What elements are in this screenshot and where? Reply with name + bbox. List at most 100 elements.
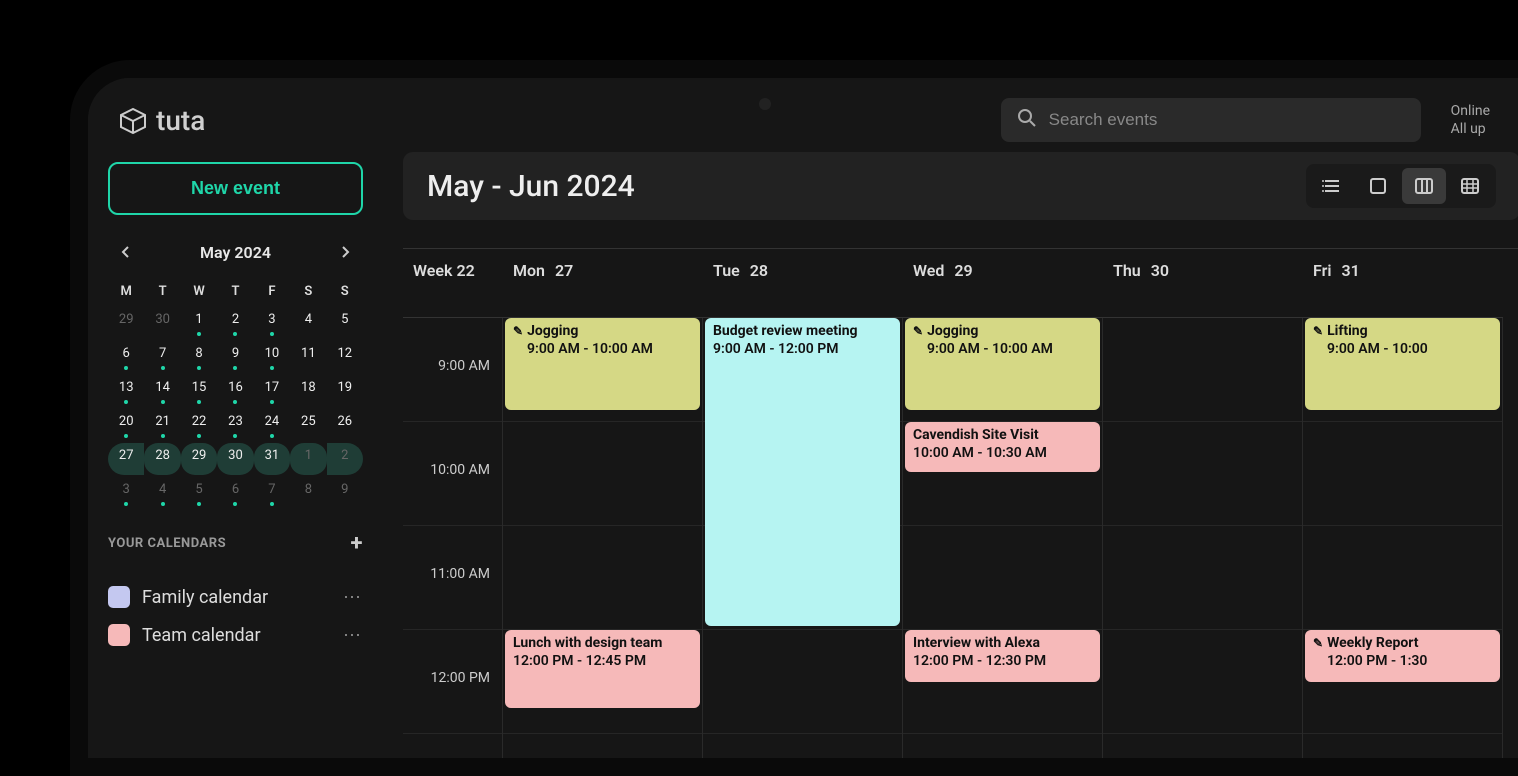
mini-cal-day[interactable]: 4 bbox=[144, 477, 180, 509]
calendar-event[interactable]: ✎Jogging9:00 AM - 10:00 AM bbox=[505, 318, 700, 410]
day-view-button[interactable] bbox=[1356, 168, 1400, 204]
calendar-more-button[interactable]: ⋯ bbox=[343, 625, 363, 646]
mini-cal-day[interactable]: 29 bbox=[108, 307, 144, 339]
mini-cal-day[interactable]: 13 bbox=[108, 375, 144, 407]
mini-cal-day[interactable]: 30 bbox=[144, 307, 180, 339]
mini-cal-day[interactable]: 20 bbox=[108, 409, 144, 441]
mini-cal-prev-button[interactable] bbox=[112, 239, 140, 266]
day-header[interactable]: Thu 30 bbox=[1103, 249, 1303, 318]
mini-cal-day[interactable]: 5 bbox=[181, 477, 217, 509]
mini-cal-day[interactable]: 4 bbox=[290, 307, 326, 339]
month-view-button[interactable] bbox=[1448, 168, 1492, 204]
mini-cal-day[interactable]: 21 bbox=[144, 409, 180, 441]
mini-cal-day[interactable]: 1 bbox=[290, 443, 326, 475]
mini-cal-day[interactable]: 3 bbox=[108, 477, 144, 509]
mini-cal-dow: S bbox=[327, 278, 363, 305]
new-event-button[interactable]: New event bbox=[108, 162, 363, 215]
view-switcher bbox=[1306, 164, 1496, 208]
search-input[interactable] bbox=[1049, 110, 1405, 130]
mini-cal-day[interactable]: 8 bbox=[290, 477, 326, 509]
calendar-more-button[interactable]: ⋯ bbox=[343, 587, 363, 608]
mini-cal-day[interactable]: 31 bbox=[254, 443, 290, 475]
event-title: Budget review meeting bbox=[713, 323, 858, 339]
mini-cal-day[interactable]: 18 bbox=[290, 375, 326, 407]
brand-logo[interactable]: tuta bbox=[118, 104, 205, 137]
mini-cal-day[interactable]: 3 bbox=[254, 307, 290, 339]
main-header: May - Jun 2024 bbox=[403, 152, 1518, 220]
mini-cal-day[interactable]: 2 bbox=[217, 307, 253, 339]
mini-cal-day[interactable]: 26 bbox=[327, 409, 363, 441]
status-line1: Online bbox=[1451, 102, 1490, 120]
day-column[interactable]: Budget review meeting9:00 AM - 12:00 PM bbox=[703, 318, 903, 759]
event-time: 12:00 PM - 12:30 PM bbox=[913, 653, 1092, 669]
mini-cal-day[interactable]: 2 bbox=[327, 443, 363, 475]
mini-cal-day[interactable]: 30 bbox=[217, 443, 253, 475]
mini-cal-day[interactable]: 9 bbox=[217, 341, 253, 373]
mini-cal-day[interactable]: 8 bbox=[181, 341, 217, 373]
mini-cal-day[interactable]: 1 bbox=[181, 307, 217, 339]
mini-cal-day[interactable]: 28 bbox=[144, 443, 180, 475]
calendar-event[interactable]: Cavendish Site Visit10:00 AM - 10:30 AM bbox=[905, 422, 1100, 472]
mini-cal-day[interactable]: 19 bbox=[327, 375, 363, 407]
mini-cal-day[interactable]: 12 bbox=[327, 341, 363, 373]
period-title: May - Jun 2024 bbox=[427, 169, 1306, 204]
brand-name: tuta bbox=[156, 104, 205, 137]
mini-cal-day[interactable]: 22 bbox=[181, 409, 217, 441]
mini-cal-day[interactable]: 27 bbox=[108, 443, 144, 475]
day-column[interactable] bbox=[1103, 318, 1303, 759]
day-column[interactable]: ✎Jogging9:00 AM - 10:00 AM Lunch with des… bbox=[503, 318, 703, 759]
mini-cal-day[interactable]: 29 bbox=[181, 443, 217, 475]
event-title: Jogging bbox=[927, 323, 978, 339]
week-label: Week 22 bbox=[403, 249, 503, 318]
mini-cal-day[interactable]: 7 bbox=[254, 477, 290, 509]
mini-cal-dow: F bbox=[254, 278, 290, 305]
mini-cal-day[interactable]: 7 bbox=[144, 341, 180, 373]
calendar-event[interactable]: Budget review meeting9:00 AM - 12:00 PM bbox=[705, 318, 900, 626]
mini-cal-day[interactable]: 15 bbox=[181, 375, 217, 407]
calendar-item[interactable]: Team calendar⋯ bbox=[108, 616, 363, 654]
day-header[interactable]: Tue 28 bbox=[703, 249, 903, 318]
pencil-icon: ✎ bbox=[1313, 324, 1323, 338]
calendar-event[interactable]: ✎Jogging9:00 AM - 10:00 AM bbox=[905, 318, 1100, 410]
hour-label: 9:00 AM bbox=[438, 358, 490, 374]
mini-cal-day[interactable]: 11 bbox=[290, 341, 326, 373]
device-frame: tuta Online All up New event May 2024 bbox=[70, 60, 1518, 776]
hour-label: 11:00 AM bbox=[430, 566, 490, 582]
mini-cal-day[interactable]: 6 bbox=[217, 477, 253, 509]
calendar-event[interactable]: Interview with Alexa12:00 PM - 12:30 PM bbox=[905, 630, 1100, 682]
event-title: Lunch with design team bbox=[513, 635, 662, 651]
mini-cal-day[interactable]: 6 bbox=[108, 341, 144, 373]
your-calendars-header: YOUR CALENDARS + bbox=[108, 527, 363, 560]
mini-cal-day[interactable]: 10 bbox=[254, 341, 290, 373]
add-calendar-button[interactable]: + bbox=[351, 531, 364, 556]
agenda-view-button[interactable] bbox=[1310, 168, 1354, 204]
calendar-event[interactable]: ✎Weekly Report12:00 PM - 1:30 bbox=[1305, 630, 1500, 682]
mini-cal-day[interactable]: 24 bbox=[254, 409, 290, 441]
day-column[interactable]: ✎Lifting9:00 AM - 10:00✎Weekly Report12:… bbox=[1303, 318, 1503, 759]
week-view-button[interactable] bbox=[1402, 168, 1446, 204]
mini-cal-dow: W bbox=[181, 278, 217, 305]
time-column: 9:00 AM10:00 AM11:00 AM12:00 PM bbox=[403, 318, 503, 759]
day-column[interactable]: ✎Jogging9:00 AM - 10:00 AM Cavendish Site… bbox=[903, 318, 1103, 759]
calendar-item[interactable]: Family calendar⋯ bbox=[108, 578, 363, 616]
event-title: Jogging bbox=[527, 323, 578, 339]
mini-cal-day[interactable]: 16 bbox=[217, 375, 253, 407]
event-title: Weekly Report bbox=[1327, 635, 1418, 651]
mini-cal-day[interactable]: 25 bbox=[290, 409, 326, 441]
day-header[interactable]: Fri 31 bbox=[1303, 249, 1503, 318]
status-line2: All up bbox=[1451, 120, 1490, 138]
mini-cal-day[interactable]: 23 bbox=[217, 409, 253, 441]
mini-cal-day[interactable]: 17 bbox=[254, 375, 290, 407]
calendar-event[interactable]: ✎Lifting9:00 AM - 10:00 bbox=[1305, 318, 1500, 410]
mini-cal-day[interactable]: 5 bbox=[327, 307, 363, 339]
mini-cal-day[interactable]: 14 bbox=[144, 375, 180, 407]
pencil-icon: ✎ bbox=[1313, 636, 1323, 650]
mini-cal-next-button[interactable] bbox=[331, 239, 359, 266]
calendar-event[interactable]: Lunch with design team 12:00 PM - 12:45 P… bbox=[505, 630, 700, 708]
day-header[interactable]: Wed 29 bbox=[903, 249, 1103, 318]
search-icon bbox=[1017, 108, 1037, 132]
search-box[interactable] bbox=[1001, 98, 1421, 142]
mini-cal-day[interactable]: 9 bbox=[327, 477, 363, 509]
day-header[interactable]: Mon 27 bbox=[503, 249, 703, 318]
event-time: 12:00 PM - 12:45 PM bbox=[513, 653, 692, 669]
